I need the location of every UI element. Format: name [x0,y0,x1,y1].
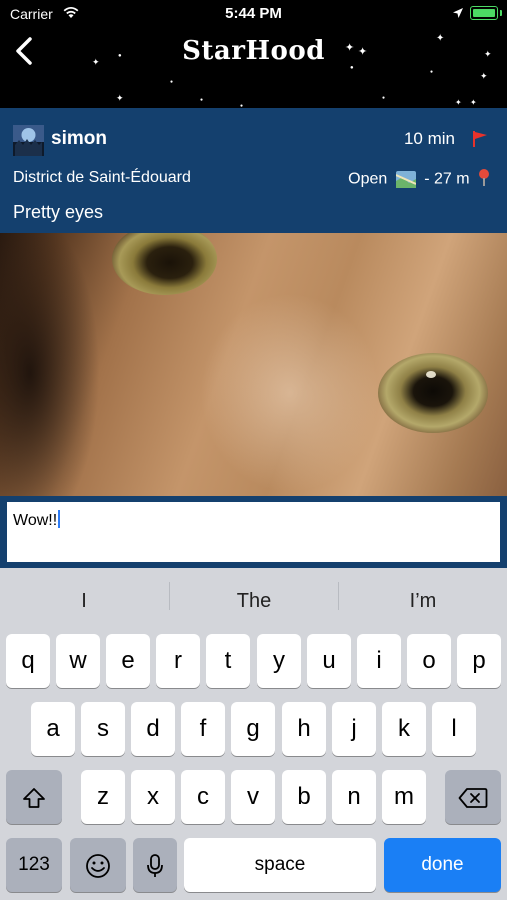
key-s[interactable]: s [81,702,125,756]
username[interactable]: simon [51,128,107,150]
done-key[interactable]: done [384,838,501,892]
post-photo[interactable] [0,233,507,496]
key-j[interactable]: j [332,702,376,756]
key-u[interactable]: u [307,634,351,688]
dictation-key[interactable] [133,838,177,892]
post-age: 10 min [403,129,455,148]
key-m[interactable]: m [382,770,426,824]
star-decoration: ✦ [358,46,368,58]
report-flag-icon[interactable] [471,130,489,153]
star-decoration: ✦ [484,49,492,59]
space-key[interactable]: space [184,838,376,892]
emoji-key[interactable] [70,838,126,892]
key-l[interactable]: l [432,702,476,756]
star-decoration: ✦ [345,42,355,54]
microphone-icon [147,853,163,877]
key-e[interactable]: e [106,634,150,688]
comment-input[interactable]: Wow!! [7,502,500,562]
key-y[interactable]: y [257,634,301,688]
key-x[interactable]: x [131,770,175,824]
suggestion-bar: I The I’m [0,568,507,630]
star-decoration: ● [350,65,354,71]
text-caret [58,510,61,528]
key-o[interactable]: o [407,634,451,688]
status-bar: Carrier 5:44 PM [0,0,507,28]
key-f[interactable]: f [181,702,225,756]
district-label: District de Saint-Édouard [13,169,191,186]
app-title: StarHood [182,36,325,66]
distance-label: - 27 m [424,170,470,188]
comment-input-area: Wow!! [0,496,507,568]
key-r[interactable]: r [156,634,200,688]
backspace-icon [458,787,488,808]
key-z[interactable]: z [81,770,125,824]
key-q[interactable]: q [6,634,50,688]
key-b[interactable]: b [282,770,326,824]
star-decoration: ● [430,69,434,75]
star-decoration: ● [118,53,122,59]
clock: 5:44 PM [225,5,282,22]
map-icon [395,171,417,188]
pin-icon [477,168,491,191]
key-d[interactable]: d [131,702,175,756]
star-decoration: ● [382,95,386,101]
key-k[interactable]: k [382,702,426,756]
nav-bar: StarHood ✦ ● ● ✦ ● ● ✦ ✦ ● ● ✦ ✦ ✦ ✦ ✦ ● [0,28,507,108]
battery-charging-icon [470,6,502,20]
shift-arrow-icon [23,787,45,808]
emoji-icon [86,853,110,878]
key-p[interactable]: p [457,634,501,688]
star-decoration: ● [170,79,174,85]
key-t[interactable]: t [206,634,250,688]
key-h[interactable]: h [282,702,326,756]
key-v[interactable]: v [231,770,275,824]
suggestion-2[interactable]: The [170,590,338,613]
star-decoration: ✦ [92,57,100,67]
key-c[interactable]: c [181,770,225,824]
key-i[interactable]: i [357,634,401,688]
cat-eye-left [112,233,217,295]
star-decoration: ✦ [116,93,124,103]
avatar[interactable] [13,125,44,156]
star-decoration: ✦ [480,71,488,81]
post-info-panel: simon 10 min District de Saint-Édouard O… [0,108,507,233]
cat-eye-right [378,353,488,433]
open-distance-info[interactable]: Open - 27 m [348,168,491,191]
open-label: Open [348,170,388,188]
star-decoration: ✦ [470,98,477,107]
star-decoration: ✦ [455,98,462,107]
key-w[interactable]: w [56,634,100,688]
suggestion-3[interactable]: I’m [339,590,507,613]
key-a[interactable]: a [31,702,75,756]
backspace-key[interactable] [445,770,501,824]
post-caption: Pretty eyes [13,202,104,222]
key-n[interactable]: n [332,770,376,824]
suggestion-1[interactable]: I [0,590,168,613]
comment-input-value: Wow!! [13,512,58,529]
keyboard: I The I’m q w e r t y u i o p a s d f g … [0,568,507,900]
star-decoration: ✦ [436,33,445,44]
location-arrow-icon [452,6,464,24]
numbers-key[interactable]: 123 [6,838,62,892]
key-g[interactable]: g [231,702,275,756]
shift-key[interactable] [6,770,62,824]
star-decoration: ● [200,97,204,103]
